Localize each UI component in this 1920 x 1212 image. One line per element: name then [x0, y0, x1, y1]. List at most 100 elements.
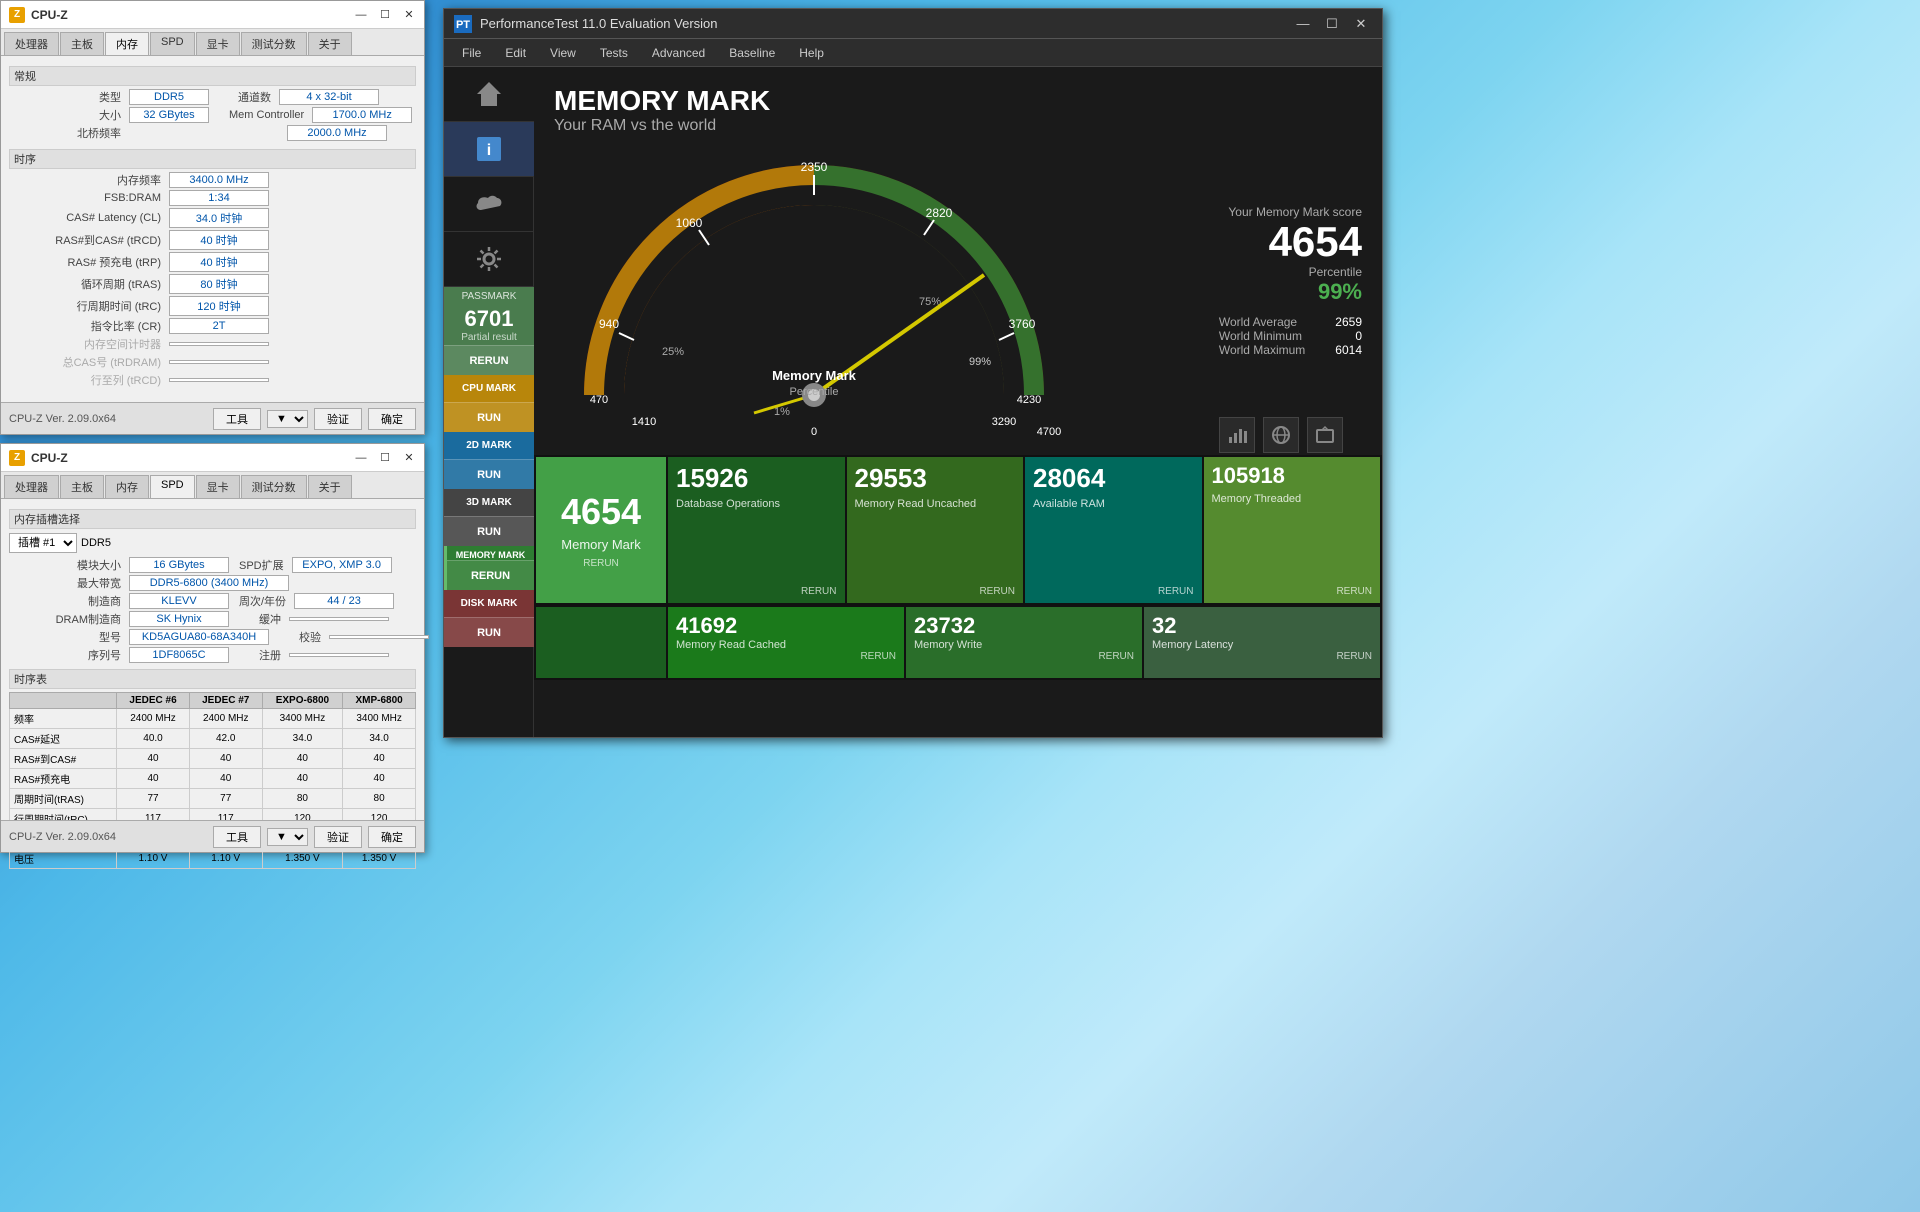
percentile-label: Percentile: [1219, 265, 1362, 279]
cpuz2-close-btn[interactable]: ✕: [398, 448, 420, 468]
cpuz1-tab-memory[interactable]: 内存: [105, 32, 149, 55]
passmark-rerun-btn[interactable]: RERUN: [444, 345, 534, 375]
cpuz2-tab-gpu[interactable]: 显卡: [196, 475, 240, 498]
cpuz2-tool-select[interactable]: ▼: [267, 828, 308, 846]
metric-rerun-3[interactable]: RERUN: [1212, 586, 1373, 597]
disk-run-btn[interactable]: RUN: [444, 617, 534, 647]
cpuz1-nb-label: 北桥频率: [9, 125, 129, 141]
cpuz1-tool-select[interactable]: ▼: [267, 410, 308, 428]
svg-text:2350: 2350: [801, 160, 828, 174]
cpuz2-tab-score[interactable]: 测试分数: [241, 475, 307, 498]
timing-cell: CAS#延迟: [10, 729, 117, 749]
sidebar-home-btn[interactable]: [444, 67, 534, 122]
cpuz1-tab-gpu[interactable]: 显卡: [196, 32, 240, 55]
timing-cell: 42.0: [189, 729, 262, 749]
metric-tile-0: 15926 Database Operations RERUN: [668, 457, 845, 603]
cpuz1-mema-value: [169, 342, 269, 346]
cpuz2-tab-mb[interactable]: 主板: [60, 475, 104, 498]
cpuz1-verify-btn[interactable]: 验证: [314, 408, 362, 430]
cpuz2-mfr-value: KLEVV: [129, 593, 229, 609]
cpuz1-close-btn[interactable]: ✕: [398, 5, 420, 25]
cpuz1-bottom-bar: CPU-Z Ver. 2.09.0x64 工具 ▼ 验证 确定: [1, 402, 424, 434]
menu-file[interactable]: File: [450, 43, 493, 63]
menu-edit[interactable]: Edit: [493, 43, 538, 63]
cpuz1-tab-spd[interactable]: SPD: [150, 32, 195, 55]
cpuz2-maxbw-value: DDR5-6800 (3400 MHz): [129, 575, 289, 591]
perf-restore-btn[interactable]: ☐: [1319, 13, 1345, 35]
menu-help[interactable]: Help: [787, 43, 836, 63]
menu-advanced[interactable]: Advanced: [640, 43, 717, 63]
cpuz1-cr-value: 2T: [169, 318, 269, 334]
cpuz1-confirm-btn[interactable]: 确定: [368, 408, 416, 430]
cpuz2-tab-spd[interactable]: SPD: [150, 475, 195, 498]
cpuz1-tool-btn[interactable]: 工具: [213, 408, 261, 430]
perf-close-btn[interactable]: ✕: [1348, 13, 1374, 35]
metric-tile-6: 32 Memory Latency RERUN: [1144, 607, 1380, 678]
sidebar-gear-btn[interactable]: [444, 232, 534, 287]
cpuz2-serial-row: 序列号 1DF8065C 注册: [9, 647, 416, 663]
cpuz2-version: CPU-Z Ver. 2.09.0x64: [9, 831, 116, 843]
metric-rerun-0[interactable]: RERUN: [676, 586, 837, 597]
nav-passmark: PASSMARK 6701 Partial result RERUN: [444, 287, 534, 375]
timing-cell: 40: [262, 769, 343, 789]
big-tile-rerun-btn[interactable]: RERUN: [583, 558, 619, 569]
cpuz1-fsb-value: 1:34: [169, 190, 269, 206]
score-label: Your Memory Mark score: [1219, 205, 1362, 219]
cpuz1-channels-value: 4 x 32-bit: [279, 89, 379, 105]
metric-rerun-6[interactable]: RERUN: [1152, 651, 1372, 662]
cpuz1-ras-label: 循环周期 (tRAS): [9, 276, 169, 292]
cpuz2-minimize-btn[interactable]: —: [350, 448, 372, 468]
timing-cell: 80: [262, 789, 343, 809]
svg-text:Memory Mark: Memory Mark: [772, 368, 857, 383]
metric-rerun-5[interactable]: RERUN: [914, 651, 1134, 662]
cpuz1-freq-label: 内存频率: [9, 172, 169, 188]
cpuz2-tab-memory[interactable]: 内存: [105, 475, 149, 498]
cpuz1-content: 常规 类型 DDR5 通道数 4 x 32-bit 大小 32 GBytes M…: [1, 56, 424, 396]
info-icon: i: [473, 133, 505, 165]
cpuz1-minimize-btn[interactable]: —: [350, 5, 372, 25]
perf-body: i PASSMARK 6701 Partial result: [444, 67, 1382, 737]
cpuz1-tab-about[interactable]: 关于: [308, 32, 352, 55]
menu-view[interactable]: View: [538, 43, 588, 63]
menu-baseline[interactable]: Baseline: [717, 43, 787, 63]
cpu-run-btn[interactable]: RUN: [444, 402, 534, 432]
globe-icon-btn[interactable]: [1263, 417, 1299, 453]
cpuz2-wy-value: 44 / 23: [294, 593, 394, 609]
cpuz1-restore-btn[interactable]: ☐: [374, 5, 396, 25]
cpuz1-tab-cpu[interactable]: 处理器: [4, 32, 59, 55]
nav-3d: 3D MARK RUN: [444, 489, 534, 546]
sidebar-cloud-btn[interactable]: [444, 177, 534, 232]
cpuz2-tab-about[interactable]: 关于: [308, 475, 352, 498]
cpuz2-slot-select[interactable]: 插槽 #1: [9, 533, 77, 553]
menu-tests[interactable]: Tests: [588, 43, 640, 63]
cpuz-window-1: Z CPU-Z — ☐ ✕ 处理器 主板 内存 SPD 显卡 测试分数 关于 常…: [0, 0, 425, 435]
perf-window: PT PerformanceTest 11.0 Evaluation Versi…: [443, 8, 1383, 738]
perf-minimize-btn[interactable]: —: [1290, 13, 1316, 35]
cpuz1-tab-score[interactable]: 测试分数: [241, 32, 307, 55]
cpuz1-memctrl-value: 1700.0 MHz: [312, 107, 412, 123]
cpuz2-reg-label: 注册: [229, 647, 289, 663]
svg-text:940: 940: [599, 317, 619, 331]
memory-nav-label: MEMORY MARK: [447, 546, 534, 560]
metric-rerun-1[interactable]: RERUN: [855, 586, 1016, 597]
memory-rerun-btn[interactable]: RERUN: [447, 560, 534, 590]
cpuz2-verify-btn[interactable]: 验证: [314, 826, 362, 848]
cpuz2-confirm-btn[interactable]: 确定: [368, 826, 416, 848]
threed-run-btn[interactable]: RUN: [444, 516, 534, 546]
timing-cell: 77: [117, 789, 190, 809]
metric-rerun-2[interactable]: RERUN: [1033, 586, 1194, 597]
twod-run-btn[interactable]: RUN: [444, 459, 534, 489]
sidebar-info-btn[interactable]: i: [444, 122, 534, 177]
metric-rerun-4[interactable]: RERUN: [676, 651, 896, 662]
timing-cell: 40: [189, 769, 262, 789]
cpuz1-tab-mb[interactable]: 主板: [60, 32, 104, 55]
cpuz2-tool-btn[interactable]: 工具: [213, 826, 261, 848]
chart-icon-btn[interactable]: [1219, 417, 1255, 453]
cpuz1-title: CPU-Z: [31, 8, 68, 22]
cpuz2-restore-btn[interactable]: ☐: [374, 448, 396, 468]
cpuz1-cr-label: 指令比率 (CR): [9, 318, 169, 334]
share-icon-btn[interactable]: [1307, 417, 1343, 453]
world-max-label: World Maximum: [1219, 343, 1305, 357]
cpuz2-tab-cpu[interactable]: 处理器: [4, 475, 59, 498]
metric-name-1: Memory Read Uncached: [855, 498, 1016, 586]
